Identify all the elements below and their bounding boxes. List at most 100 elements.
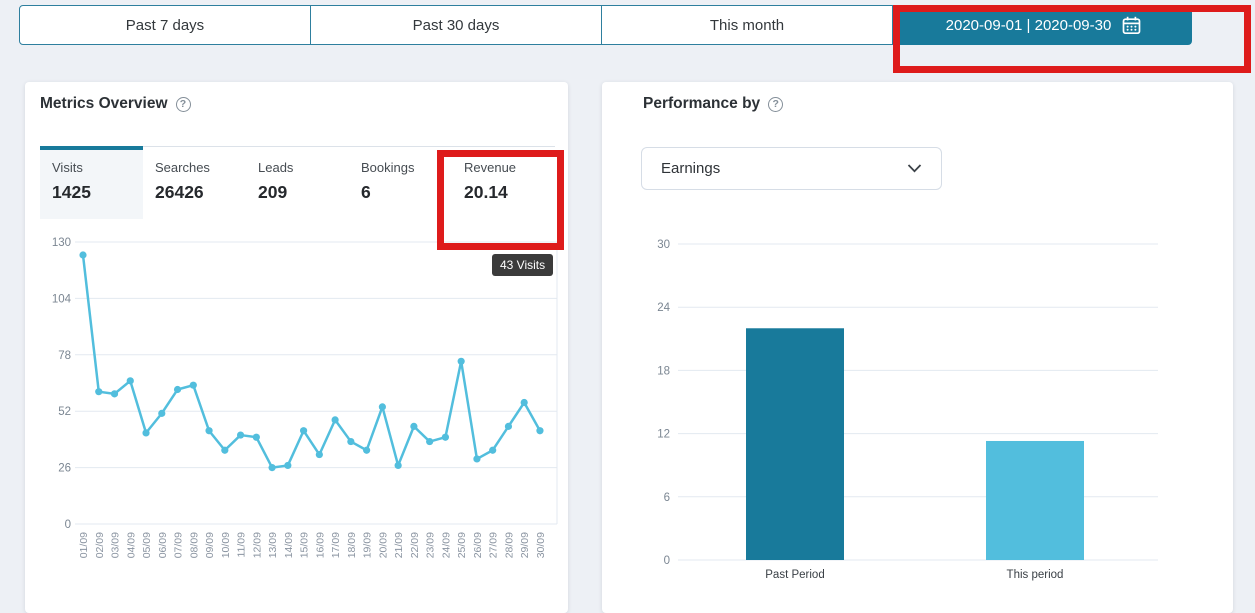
- card-header: Metrics Overview ?: [40, 95, 191, 113]
- visits-line-chart: 0 26 52 78 104 130 01/09 02/09 03/09 04/09 05/09 06…: [52, 237, 558, 558]
- metric-label: Visits: [52, 160, 83, 175]
- metric-label: Bookings: [361, 160, 415, 175]
- tab-label: This month: [709, 16, 785, 34]
- tab-past-30-days[interactable]: Past 30 days: [310, 5, 602, 45]
- data-point-22/09[interactable]: [410, 422, 418, 430]
- data-point-13/09[interactable]: [268, 464, 276, 472]
- visits-line: [81, 254, 542, 469]
- performance-metric-dropdown[interactable]: Earnings: [641, 147, 942, 190]
- data-point-02/09[interactable]: [95, 388, 103, 396]
- x-tick-label: 26/09: [472, 532, 484, 558]
- data-point-17/09[interactable]: [331, 416, 339, 424]
- y-tick-label: 18: [657, 365, 670, 377]
- y-tick-label: 130: [52, 237, 71, 249]
- data-point-05/09[interactable]: [142, 429, 150, 437]
- bar-category-label: This period: [1007, 569, 1064, 581]
- data-point-10/09[interactable]: [221, 446, 229, 454]
- data-point-01/09[interactable]: [79, 251, 87, 259]
- y-tick-label: 26: [58, 463, 71, 475]
- metric-tab-bookings[interactable]: Bookings 6: [349, 146, 452, 219]
- data-point-04/09[interactable]: [126, 377, 134, 385]
- metric-label: Leads: [258, 160, 294, 175]
- x-tick-label: 11/09: [236, 532, 248, 558]
- x-tick-label: 06/09: [157, 532, 169, 558]
- data-point-14/09[interactable]: [284, 461, 292, 470]
- date-range-tab-bar: Past 7 days Past 30 days This month 2020…: [19, 5, 1192, 45]
- data-point-26/09[interactable]: [473, 455, 481, 463]
- chart-tooltip: 43 Visits: [492, 254, 554, 276]
- data-point-09/09[interactable]: [205, 427, 213, 435]
- tab-label: Past 30 days: [412, 16, 500, 34]
- metric-value: 6: [361, 182, 371, 202]
- bar-category-label: Past Period: [765, 569, 824, 581]
- calendar-icon: [1122, 16, 1141, 35]
- tab-past-7-days[interactable]: Past 7 days: [19, 5, 311, 45]
- x-tick-label: 01/09: [78, 532, 90, 558]
- help-icon[interactable]: ?: [768, 96, 784, 112]
- x-tick-label: 24/09: [440, 532, 452, 558]
- metric-tab-leads[interactable]: Leads 209: [246, 146, 349, 219]
- data-point-07/09[interactable]: [173, 385, 182, 394]
- x-tick-label: 12/09: [251, 532, 263, 558]
- metric-label: Searches: [155, 160, 210, 175]
- y-tick-label: 0: [664, 555, 670, 567]
- x-tick-label: 16/09: [314, 532, 326, 558]
- help-icon[interactable]: ?: [175, 96, 191, 112]
- tab-custom-date-range[interactable]: 2020-09-01 | 2020-09-30: [895, 5, 1192, 45]
- data-point-06/09[interactable]: [158, 409, 166, 417]
- y-tick-label: 104: [52, 293, 72, 305]
- data-point-30/09[interactable]: [536, 427, 544, 435]
- data-point-29/09[interactable]: [520, 398, 528, 407]
- card-title: Metrics Overview: [40, 95, 168, 112]
- data-point-21/09[interactable]: [394, 461, 402, 470]
- metric-tab-revenue[interactable]: Revenue 20.14: [452, 146, 555, 219]
- data-point-19/09[interactable]: [363, 446, 371, 454]
- metric-tab-searches[interactable]: Searches 26426: [143, 146, 246, 219]
- x-tick-label: 21/09: [393, 532, 405, 558]
- x-tick-label: 07/09: [173, 532, 185, 558]
- bar-past-period[interactable]: [746, 328, 844, 560]
- date-range-label: 2020-09-01 | 2020-09-30: [945, 16, 1112, 34]
- data-point-24/09[interactable]: [441, 433, 450, 441]
- x-tick-label: 18/09: [346, 532, 358, 558]
- data-point-23/09[interactable]: [426, 437, 434, 446]
- y-tick-label: 0: [65, 519, 71, 531]
- bar-this-period[interactable]: [986, 440, 1084, 560]
- data-point-15/09[interactable]: [299, 427, 308, 435]
- metric-value: 1425: [52, 182, 91, 202]
- tab-this-month[interactable]: This month: [601, 5, 893, 45]
- card-title: Performance by: [643, 95, 761, 112]
- data-point-11/09[interactable]: [236, 431, 245, 439]
- data-point-25/09[interactable]: [457, 357, 465, 365]
- x-tick-label: 02/09: [94, 532, 106, 558]
- data-point-08/09[interactable]: [189, 381, 197, 389]
- metrics-overview-card: Metrics Overview ? Visits 1425 Searches …: [25, 82, 568, 613]
- x-tick-label: 04/09: [125, 532, 137, 558]
- x-tick-label: 08/09: [188, 532, 200, 558]
- x-tick-label: 15/09: [299, 532, 311, 558]
- data-point-16/09[interactable]: [315, 450, 323, 459]
- metric-value: 26426: [155, 182, 204, 202]
- y-tick-label: 12: [657, 429, 670, 441]
- x-tick-label: 23/09: [425, 532, 437, 558]
- y-tick-label: 78: [58, 350, 71, 362]
- x-tick-label: 03/09: [110, 532, 122, 558]
- x-tick-label: 28/09: [503, 532, 515, 558]
- data-point-12/09[interactable]: [252, 433, 260, 441]
- chevron-down-icon: [907, 164, 922, 173]
- y-tick-label: 6: [664, 492, 670, 504]
- data-point-20/09[interactable]: [378, 403, 386, 411]
- x-tick-label: 19/09: [362, 532, 374, 558]
- x-tick-label: 25/09: [456, 532, 468, 558]
- data-point-28/09[interactable]: [504, 422, 513, 430]
- data-point-27/09[interactable]: [489, 446, 497, 454]
- earnings-bar-chart: 0 6 12 18 24 30 Past Period This period: [657, 239, 1158, 581]
- data-point-03/09[interactable]: [110, 390, 119, 398]
- metric-tab-visits[interactable]: Visits 1425: [40, 146, 143, 219]
- x-tick-label: 13/09: [267, 532, 279, 558]
- data-point-18/09[interactable]: [347, 437, 355, 446]
- x-tick-label: 22/09: [409, 532, 421, 558]
- x-tick-label: 05/09: [141, 532, 153, 558]
- x-tick-label: 09/09: [204, 532, 216, 558]
- x-tick-label: 10/09: [220, 532, 232, 558]
